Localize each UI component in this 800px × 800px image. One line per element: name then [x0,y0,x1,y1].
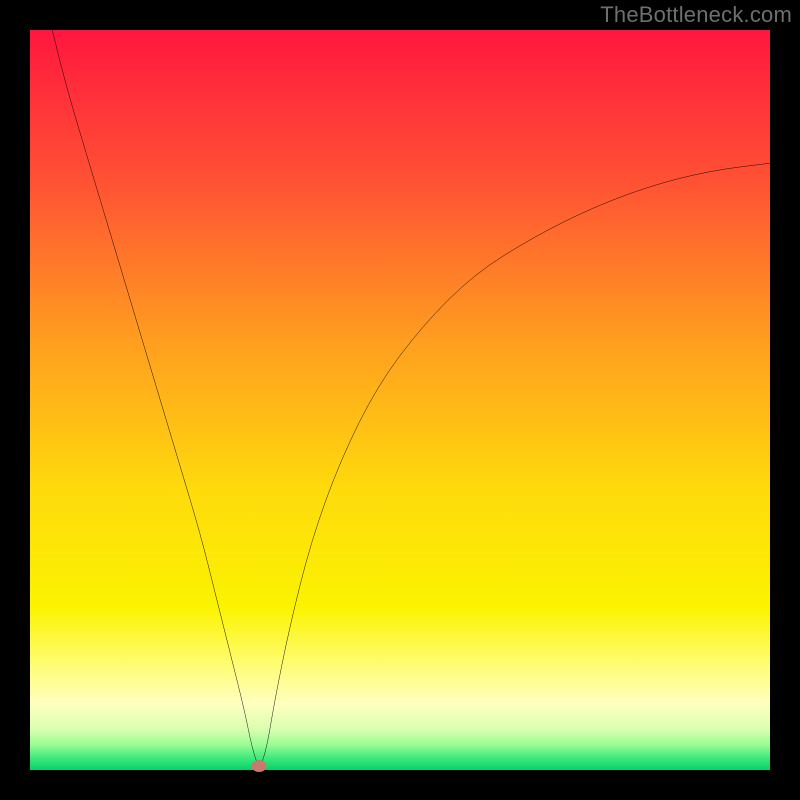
plot-area [30,30,770,770]
bottleneck-curve [52,30,770,764]
watermark-text: TheBottleneck.com [600,2,792,28]
chart-canvas: TheBottleneck.com [0,0,800,800]
curve-layer [30,30,770,770]
optimal-marker [252,760,267,772]
